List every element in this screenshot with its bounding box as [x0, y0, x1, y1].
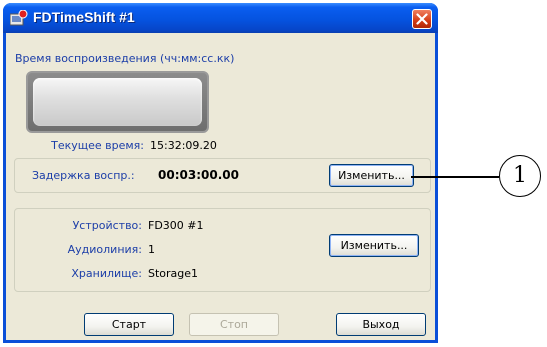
close-icon	[416, 13, 428, 25]
app-icon	[9, 9, 28, 26]
device-group: Устройство: FD300 #1 Аудиолиния: 1 Храни…	[14, 208, 431, 292]
change-device-button[interactable]: Изменить...	[329, 234, 419, 257]
current-time-value: 15:32:09.20	[150, 139, 217, 152]
playback-time-format-label: Время воспроизведения (чч:мм:сс.кк)	[15, 52, 235, 65]
exit-button[interactable]: Выход	[336, 313, 426, 336]
audio-line-label: Аудиолиния:	[67, 243, 142, 256]
stop-button[interactable]: Стоп	[189, 313, 279, 336]
window-title: FDTimeShift #1	[33, 9, 135, 25]
audio-line-value: 1	[148, 243, 155, 256]
start-button[interactable]: Старт	[84, 313, 174, 336]
device-value: FD300 #1	[148, 219, 204, 232]
device-label: Устройство:	[72, 219, 142, 232]
callout-number: 1	[499, 155, 541, 197]
storage-label: Хранилище:	[71, 267, 142, 280]
dialog-client-area: Время воспроизведения (чч:мм:сс.кк) Теку…	[6, 33, 435, 340]
title-bar[interactable]: FDTimeShift #1	[3, 3, 438, 33]
delay-group: Задержка воспр.: 00:03:00.00 Изменить...	[14, 158, 431, 193]
change-delay-button[interactable]: Изменить...	[329, 164, 414, 187]
callout-leader-line	[411, 176, 499, 178]
fdtimeshift-window: FDTimeShift #1 Время воспроизведения (чч…	[3, 3, 438, 343]
time-display-panel	[26, 71, 209, 133]
close-button[interactable]	[412, 9, 432, 29]
delay-value: 00:03:00.00	[158, 168, 239, 182]
time-display-screen	[33, 78, 202, 126]
delay-label: Задержка воспр.:	[32, 169, 135, 182]
current-time-label: Текущее время:	[51, 139, 144, 152]
storage-value: Storage1	[148, 267, 199, 280]
